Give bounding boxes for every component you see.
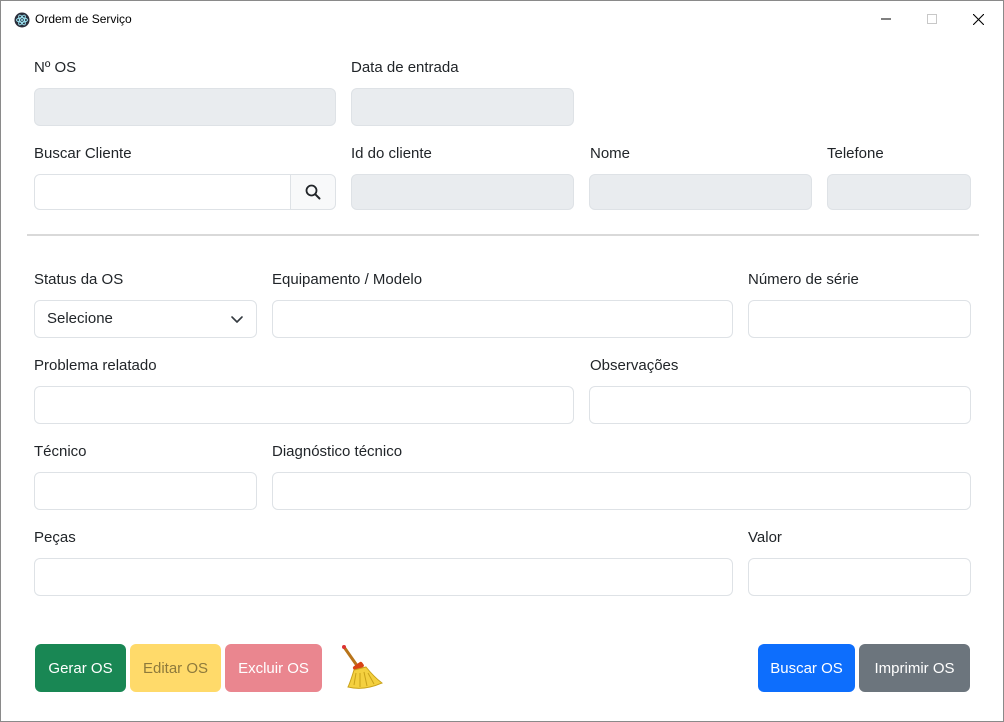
chevron-down-icon bbox=[231, 316, 243, 323]
value-label: Valor bbox=[748, 529, 782, 546]
notes-label: Observações bbox=[590, 357, 679, 374]
maximize-icon bbox=[927, 14, 937, 24]
os-number-field[interactable] bbox=[34, 88, 336, 126]
edit-os-button[interactable]: Editar OS bbox=[130, 644, 221, 692]
parts-input[interactable] bbox=[34, 558, 733, 596]
entry-date-label: Data de entrada bbox=[351, 59, 459, 76]
client-name-label: Nome bbox=[590, 145, 631, 162]
status-selected-value: Selecione bbox=[47, 310, 113, 327]
print-os-button[interactable]: Imprimir OS bbox=[859, 644, 970, 692]
close-icon bbox=[972, 13, 984, 25]
search-os-button[interactable]: Buscar OS bbox=[758, 644, 855, 692]
diagnosis-label: Diagnóstico técnico bbox=[272, 443, 403, 460]
entry-date-field[interactable] bbox=[351, 88, 574, 126]
client-search-input[interactable] bbox=[34, 174, 291, 210]
delete-os-button[interactable]: Excluir OS bbox=[225, 644, 322, 692]
client-name-field[interactable] bbox=[589, 174, 812, 210]
client-id-field[interactable] bbox=[351, 174, 574, 210]
client-search-button[interactable] bbox=[290, 174, 336, 210]
client-phone-label: Telefone bbox=[827, 145, 884, 162]
notes-input[interactable] bbox=[589, 386, 971, 424]
generate-os-button[interactable]: Gerar OS bbox=[35, 644, 126, 692]
client-search-label: Buscar Cliente bbox=[34, 145, 132, 162]
serial-number-input[interactable] bbox=[748, 300, 971, 338]
os-number-label: Nº OS bbox=[34, 59, 77, 76]
problem-input[interactable] bbox=[34, 386, 574, 424]
maximize-button[interactable] bbox=[909, 1, 955, 37]
window-title: Ordem de Serviço bbox=[35, 12, 132, 26]
status-label: Status da OS bbox=[34, 271, 124, 288]
value-input[interactable] bbox=[748, 558, 971, 596]
technician-input[interactable] bbox=[34, 472, 257, 510]
section-divider bbox=[27, 234, 979, 236]
problem-label: Problema relatado bbox=[34, 357, 157, 374]
equipment-label: Equipamento / Modelo bbox=[272, 271, 423, 288]
client-phone-field[interactable] bbox=[827, 174, 971, 210]
close-button[interactable] bbox=[955, 1, 1001, 37]
broom-icon[interactable] bbox=[336, 643, 386, 693]
minimize-icon bbox=[881, 18, 891, 20]
client-id-label: Id do cliente bbox=[351, 145, 432, 162]
serial-number-label: Número de série bbox=[748, 271, 859, 288]
minimize-button[interactable] bbox=[863, 1, 909, 37]
app-logo-icon bbox=[14, 12, 30, 28]
search-icon bbox=[305, 184, 321, 200]
technician-label: Técnico bbox=[34, 443, 87, 460]
parts-label: Peças bbox=[34, 529, 76, 546]
diagnosis-input[interactable] bbox=[272, 472, 971, 510]
status-select[interactable]: Selecione bbox=[34, 300, 257, 338]
app-window: Ordem de Serviço Nº OS Data de entrada B… bbox=[0, 0, 1004, 722]
equipment-input[interactable] bbox=[272, 300, 733, 338]
title-bar[interactable]: Ordem de Serviço bbox=[1, 1, 1003, 37]
